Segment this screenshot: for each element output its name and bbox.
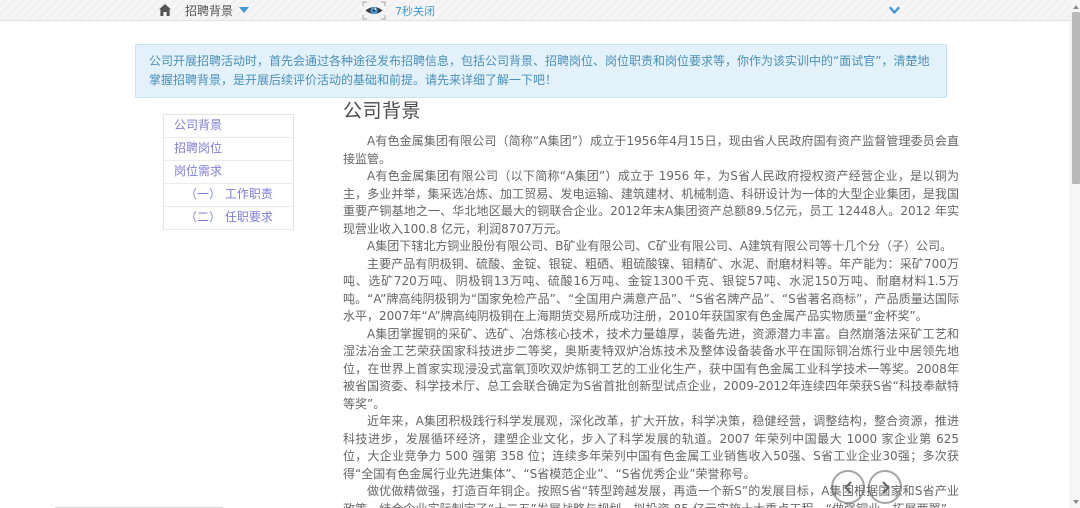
sidebar-menu: 公司背景招聘岗位岗位需求（一） 工作职责（二） 任职要求 [163,114,294,230]
paragraph: A集团下辖北方铜业股份有限公司、B矿业有限公司、C矿业有限公司、A建筑有限公司等… [343,238,959,256]
paragraph: A集团掌握铜的采矿、选矿、冶炼核心技术，技术力量雄厚，装备先进，资源潜力丰富。自… [343,326,959,414]
timer-close-label[interactable]: 7秒关闭 [395,3,435,19]
sidebar-item[interactable]: （一） 工作职责 [164,184,293,207]
article-title: 公司背景 [343,98,959,124]
paragraph: A有色金属集团有限公司（简称“A集团”）成立于1956年4月15日，现由省人民政… [343,133,959,168]
scroll-up-icon[interactable] [1073,5,1079,9]
eye-preview-icon [362,1,386,20]
scroll-down-icon[interactable] [1073,500,1079,504]
sidebar-item[interactable]: 公司背景 [164,115,293,138]
triangle-down-icon [239,7,249,13]
top-header-bar: 招聘背景 7秒关闭 [0,0,1080,21]
home-icon[interactable] [158,3,172,17]
chevron-left-icon [842,481,855,494]
scrollbar-thumb[interactable] [1072,12,1080,184]
next-page-button[interactable] [868,470,902,504]
article: 公司背景 A有色金属集团有限公司（简称“A集团”）成立于1956年4月15日，现… [343,98,959,508]
paragraph: 近年来，A集团积极践行科学发展观，深化改革，扩大开放，科学决策，稳健经营，调整结… [343,413,959,483]
chevron-down-icon[interactable] [888,4,901,17]
paragraph: 做优做精做强，打造百年铜企。按照S省“转型跨越发展，再造一个新S”的发展目标，A… [343,483,959,508]
prev-page-button[interactable] [831,470,865,504]
preview-timer-toggle[interactable]: 7秒关闭 [362,1,435,20]
article-body: A有色金属集团有限公司（简称“A集团”）成立于1956年4月15日，现由省人民政… [343,133,959,508]
section-dropdown[interactable]: 招聘背景 [158,0,249,20]
sidebar-item[interactable]: 岗位需求 [164,161,293,184]
page-title[interactable]: 招聘背景 [185,2,233,19]
sidebar-item[interactable]: （二） 任职要求 [164,207,293,230]
sidebar-item[interactable]: 招聘岗位 [164,138,293,161]
chevron-right-icon [879,481,892,494]
paragraph: 主要产品有阴极铜、硫酸、金锭、银锭、粗硒、粗硫酸镍、钼精矿、水泥、耐磨材料等。年… [343,256,959,326]
paragraph: A有色金属集团有限公司（以下简称“A集团”）成立于 1956 年，为S省人民政府… [343,168,959,238]
vertical-scrollbar[interactable] [1070,0,1080,508]
instruction-alert: 公司开展招聘活动时，首先会通过各种途径发布招聘信息，包括公司背景、招聘岗位、岗位… [135,44,947,98]
